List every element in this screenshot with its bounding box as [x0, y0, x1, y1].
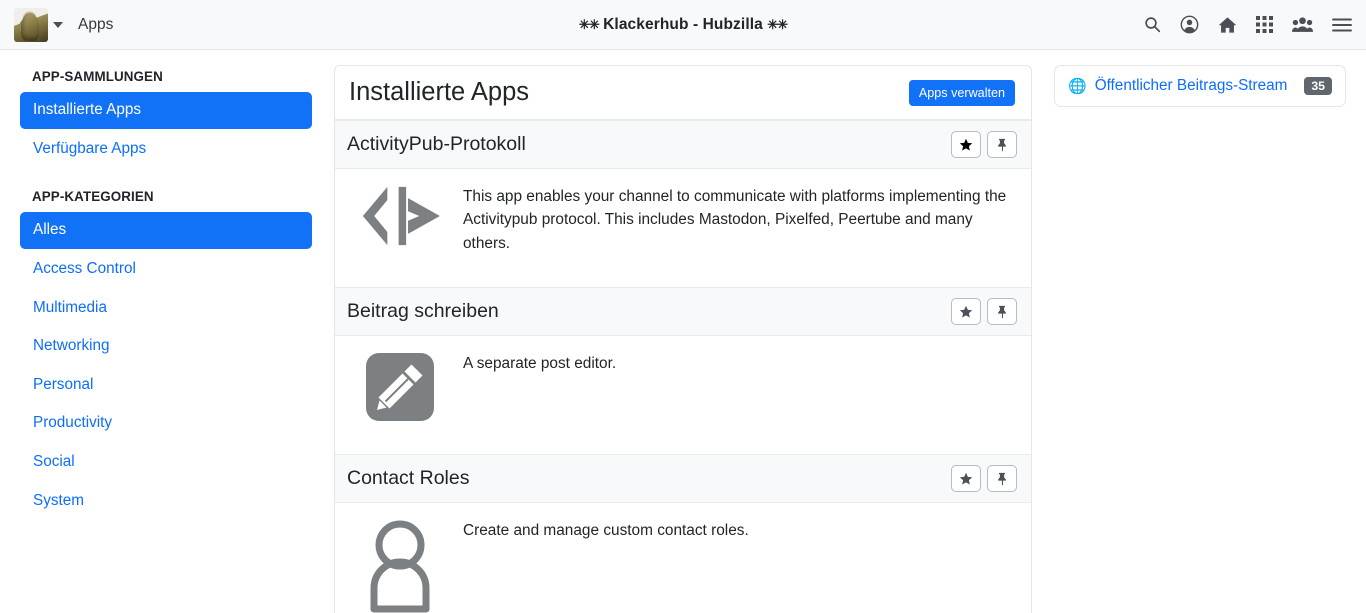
app-name: Contact Roles	[347, 467, 469, 490]
avatar[interactable]	[14, 8, 48, 42]
pin-button[interactable]	[987, 298, 1017, 325]
site-title: Klackerhub - Hubzilla	[603, 16, 763, 33]
sidebar-item-system[interactable]: System	[20, 483, 312, 520]
pencil-square-icon	[347, 350, 453, 422]
app-actions	[951, 298, 1017, 325]
app-categories-group: APP-KATEGORIEN Alles Access Control Mult…	[20, 189, 312, 519]
sidebar-item-alles[interactable]: Alles	[20, 212, 312, 249]
public-stream-link[interactable]: 🌐 Öffentlicher Beitrags-Stream 35	[1068, 77, 1332, 95]
hamburger-menu-icon[interactable]	[1332, 17, 1352, 33]
app-actions	[951, 465, 1017, 492]
activitypub-logo-icon	[347, 183, 453, 247]
app-header: ActivityPub-Protokoll	[335, 120, 1031, 169]
page-body: APP-SAMMLUNGEN Installierte Apps Verfügb…	[0, 50, 1366, 613]
star-ornament-left-icon: ✳✳	[579, 17, 599, 32]
user-circle-icon[interactable]	[1180, 15, 1199, 34]
search-icon[interactable]	[1144, 16, 1161, 33]
public-stream-label[interactable]: Öffentlicher Beitrags-Stream	[1095, 77, 1297, 95]
app-collections-group: APP-SAMMLUNGEN Installierte Apps Verfügb…	[20, 69, 312, 167]
pin-button[interactable]	[987, 131, 1017, 158]
app-body: This app enables your channel to communi…	[335, 169, 1031, 287]
sidebar-item-installierte-apps[interactable]: Installierte Apps	[20, 92, 312, 129]
sidebar-item-multimedia[interactable]: Multimedia	[20, 290, 312, 327]
navbar-left: Apps	[14, 8, 113, 42]
star-button[interactable]	[951, 298, 981, 325]
pin-button[interactable]	[987, 465, 1017, 492]
sidebar-item-access-control[interactable]: Access Control	[20, 251, 312, 288]
sidebar-item-productivity[interactable]: Productivity	[20, 405, 312, 442]
sidebar-item-verfuegbare-apps[interactable]: Verfügbare Apps	[20, 131, 312, 168]
app-body: A separate post editor.	[335, 336, 1031, 454]
globe-icon: 🌐	[1068, 79, 1087, 94]
app-header: Beitrag schreiben	[335, 287, 1031, 336]
sidebar: APP-SAMMLUNGEN Installierte Apps Verfügb…	[20, 65, 328, 541]
grid-apps-icon[interactable]	[1256, 16, 1273, 33]
app-collections-heading: APP-SAMMLUNGEN	[20, 69, 312, 84]
star-button[interactable]	[951, 131, 981, 158]
sidebar-item-social[interactable]: Social	[20, 444, 312, 481]
public-stream-count-badge: 35	[1304, 77, 1332, 95]
app-categories-heading: APP-KATEGORIEN	[20, 189, 312, 204]
app-description: Create and manage custom contact roles.	[463, 517, 749, 542]
star-ornament-right-icon: ✳✳	[767, 17, 787, 32]
star-button[interactable]	[951, 465, 981, 492]
page-title: Installierte Apps	[349, 80, 529, 106]
installed-apps-card: Installierte Apps Apps verwalten Activit…	[334, 65, 1032, 613]
sidebar-item-personal[interactable]: Personal	[20, 367, 312, 404]
card-header: Installierte Apps Apps verwalten	[335, 66, 1031, 120]
person-outline-icon	[347, 517, 453, 613]
manage-apps-button[interactable]: Apps verwalten	[909, 80, 1015, 106]
navbar-right	[1144, 15, 1352, 34]
home-icon[interactable]	[1218, 16, 1237, 34]
top-navbar: Apps ✳✳ Klackerhub - Hubzilla ✳✳	[0, 0, 1366, 50]
sidebar-item-networking[interactable]: Networking	[20, 328, 312, 365]
app-body: Create and manage custom contact roles.	[335, 503, 1031, 613]
app-name: Beitrag schreiben	[347, 300, 499, 323]
app-name: ActivityPub-Protokoll	[347, 133, 526, 156]
public-stream-widget: 🌐 Öffentlicher Beitrags-Stream 35	[1054, 65, 1346, 107]
chevron-down-icon[interactable]	[53, 22, 63, 28]
navbar-apps-label[interactable]: Apps	[78, 16, 113, 34]
app-header: Contact Roles	[335, 454, 1031, 503]
channel-menu-button[interactable]	[14, 8, 63, 42]
app-actions	[951, 131, 1017, 158]
main-content: Installierte Apps Apps verwalten Activit…	[328, 65, 1038, 613]
app-description: This app enables your channel to communi…	[463, 183, 1017, 255]
right-panel: 🌐 Öffentlicher Beitrags-Stream 35	[1038, 65, 1346, 107]
people-group-icon[interactable]	[1292, 16, 1313, 33]
app-description: A separate post editor.	[463, 350, 616, 375]
